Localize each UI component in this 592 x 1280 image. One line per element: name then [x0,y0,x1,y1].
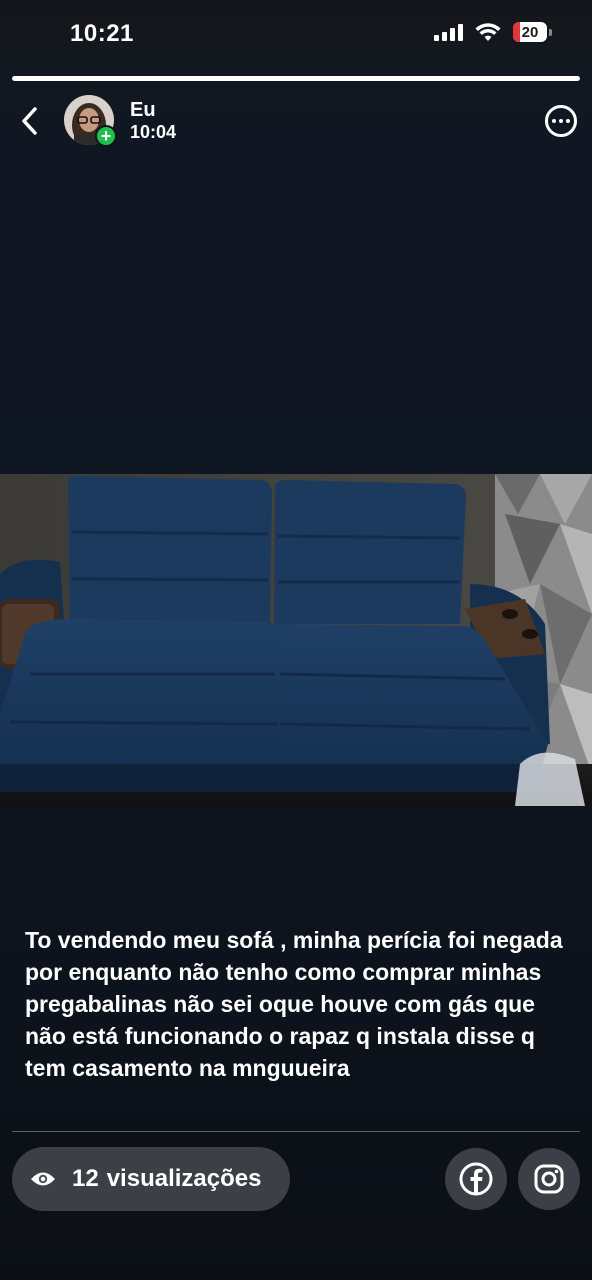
chevron-left-icon [22,107,37,135]
add-story-icon[interactable]: + [95,125,117,147]
instagram-icon [534,1164,564,1194]
views-button[interactable]: 12 visualizações [12,1147,290,1211]
status-icons: 20 [434,22,552,42]
share-facebook-button[interactable] [445,1148,507,1210]
battery-icon: 20 [513,22,552,42]
share-instagram-button[interactable] [518,1148,580,1210]
story-progress-fill [12,76,580,81]
sofa-image [0,474,592,806]
views-count: 12 [72,1165,99,1192]
author-name: Eu [130,99,156,121]
story-photo [0,474,592,806]
status-time: 10:21 [70,20,134,47]
divider [12,1131,580,1132]
battery-level: 20 [521,23,539,41]
views-label: visualizações [106,1165,262,1192]
wifi-icon [475,23,501,41]
post-time: 10:04 [130,122,177,142]
eye-icon [30,1166,56,1192]
back-button[interactable] [14,103,46,139]
facebook-icon [459,1162,493,1196]
story-screen: 10:21 20 + Eu 10:04 To vendendo meu sofá… [0,0,592,1280]
story-progress-bar [12,76,580,81]
more-options-button[interactable] [545,105,577,137]
story-caption: To vendendo meu sofá , minha perícia foi… [25,927,563,1081]
signal-icon [434,23,463,41]
